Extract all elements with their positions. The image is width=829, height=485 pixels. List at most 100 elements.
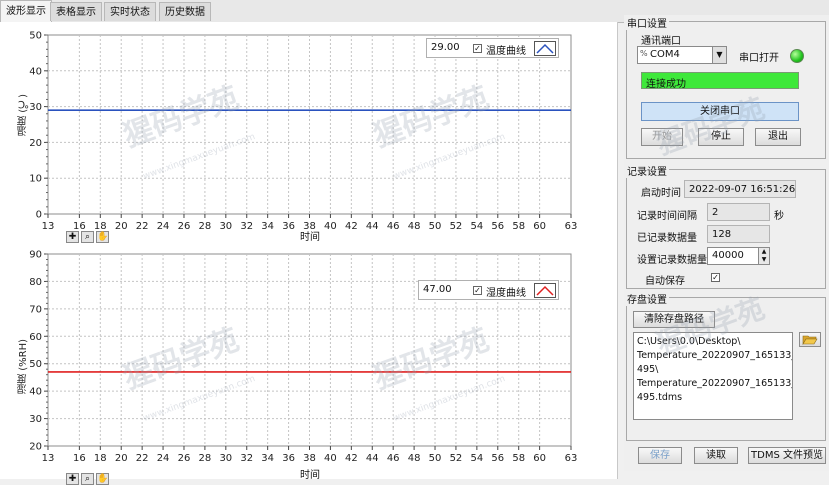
recorded-count-field: 128 (707, 225, 770, 243)
path-line: 495.tdms (637, 392, 683, 403)
record-settings-title: 记录设置 (625, 163, 669, 178)
temperature-x-tick-label: 46 (387, 221, 400, 232)
storage-settings-title: 存盘设置 (625, 291, 669, 306)
cursor-tool-icon[interactable]: ✚ (66, 231, 79, 243)
interval-field[interactable]: 2 (707, 203, 770, 221)
humidity-x-tick-label: 46 (387, 453, 400, 464)
autosave-label: 自动保存 (645, 276, 685, 287)
temperature-x-tick-label: 32 (240, 221, 253, 232)
autosave-checkbox[interactable]: ✓ (711, 273, 720, 282)
humidity-x-tick-label: 18 (94, 453, 107, 464)
humidity-x-tick-label: 20 (115, 453, 128, 464)
humidity-x-tick-label: 58 (512, 453, 525, 464)
interval-label: 记录时间间隔 (637, 211, 697, 222)
port-value: COM4 (650, 49, 680, 60)
humidity-y-tick-label: 80 (29, 277, 42, 288)
temperature-x-tick-label: 24 (157, 221, 170, 232)
humidity-legend-label: 湿度曲线 (486, 288, 526, 299)
temperature-x-tick-label: 58 (512, 221, 525, 232)
temperature-x-tick-label: 28 (199, 221, 212, 232)
humidity-x-tick-label: 42 (345, 453, 358, 464)
stepper-arrows-icon[interactable]: ▲ ▼ (758, 248, 769, 264)
temperature-legend-swatch (534, 41, 556, 56)
temperature-y-tick-label: 30 (29, 102, 42, 113)
humidity-y-tick-label: 50 (29, 359, 42, 370)
recorded-count-label: 已记录数据量 (637, 233, 697, 244)
humidity-x-tick-label: 16 (73, 453, 86, 464)
temperature-chart: 温度 (℃) 0 10 20 30 40 50 13 16 18 20 22 24 26 28 30 32 34… (0, 22, 617, 247)
humidity-x-tick-label: 60 (533, 453, 546, 464)
humidity-x-tick-label: 48 (408, 453, 421, 464)
humidity-y-tick-label: 30 (29, 414, 42, 425)
pan-hand-icon[interactable]: ✋ (96, 231, 109, 243)
set-count-stepper[interactable]: 40000 ▲ ▼ (707, 247, 770, 265)
temperature-x-tick-label: 22 (136, 221, 149, 232)
port-prefix: % (640, 49, 648, 58)
exit-button[interactable]: 退出 (755, 128, 801, 146)
zoom-tool-icon[interactable]: ⌕ (81, 231, 94, 243)
waveform-panel: 温度 (℃) 0 10 20 30 40 50 13 16 18 20 22 24 26 28 30 32 34… (0, 22, 618, 485)
humidity-x-tick-label: 52 (450, 453, 463, 464)
humidity-x-tick-label: 54 (470, 453, 483, 464)
humidity-legend: 47.00 ✓ 湿度曲线 (418, 280, 559, 300)
temperature-x-tick-label: 26 (178, 221, 191, 232)
start-time-field: 2022-09-07 16:51:26 (684, 180, 796, 198)
path-display[interactable]: C:\Users\0.0\Desktop\ Temperature_202209… (633, 332, 793, 420)
temperature-x-axis-label: 时间 (300, 232, 320, 243)
control-panel: 串口设置 通讯端口 % COM4 ▼ 串口打开 连接成功 关闭串口 开始 停止 … (624, 15, 829, 471)
temperature-x-tick-label: 42 (345, 221, 358, 232)
humidity-legend-checkbox[interactable]: ✓ (473, 286, 482, 295)
humidity-y-tick-label: 90 (29, 250, 42, 261)
chevron-down-icon[interactable]: ▼ (712, 47, 726, 63)
humidity-x-tick-label: 50 (429, 453, 442, 464)
clear-path-button[interactable]: 清除存盘路径 (633, 311, 715, 328)
humidity-x-tick-label: 44 (366, 453, 379, 464)
temperature-legend: 29.00 ✓ 温度曲线 (426, 38, 559, 58)
start-button[interactable]: 开始 (641, 128, 683, 146)
temperature-y-tick-label: 0 (36, 210, 42, 221)
zoom-tool-icon[interactable]: ⌕ (81, 473, 94, 485)
record-settings-group: 记录设置 启动时间 2022-09-07 16:51:26 记录时间间隔 2 秒… (625, 163, 826, 289)
stop-button[interactable]: 停止 (698, 128, 744, 146)
tab-history[interactable]: 历史数据 (159, 2, 211, 21)
humidity-graph-tools: ✚ ⌕ ✋ (66, 473, 109, 485)
temperature-legend-checkbox[interactable]: ✓ (473, 44, 482, 53)
humidity-x-tick-label: 13 (42, 453, 55, 464)
pan-hand-icon[interactable]: ✋ (96, 473, 109, 485)
temperature-x-tick-label: 48 (408, 221, 421, 232)
tab-waveform[interactable]: 波形显示 (0, 0, 52, 22)
tdms-preview-button[interactable]: TDMS 文件预览 (748, 447, 826, 464)
temperature-y-tick-label: 20 (29, 138, 42, 149)
humidity-y-tick-label: 40 (29, 387, 42, 398)
browse-folder-button[interactable] (799, 332, 821, 347)
humidity-x-tick-label: 22 (136, 453, 149, 464)
humidity-x-tick-label: 30 (219, 453, 232, 464)
tab-table[interactable]: 表格显示 (50, 2, 102, 21)
cursor-tool-icon[interactable]: ✚ (66, 473, 79, 485)
port-open-led (790, 49, 804, 63)
humidity-x-tick-label: 24 (157, 453, 170, 464)
storage-settings-group: 存盘设置 清除存盘路径 C:\Users\0.0\Desktop\ Temper… (625, 291, 826, 441)
humidity-x-tick-label: 32 (240, 453, 253, 464)
humidity-x-tick-label: 34 (261, 453, 274, 464)
interval-unit: 秒 (774, 211, 784, 222)
close-port-button[interactable]: 关闭串口 (641, 102, 799, 121)
start-time-label: 启动时间 (641, 188, 681, 199)
connection-status-text: 连接成功 (646, 79, 686, 90)
temperature-y-tick-label: 40 (29, 66, 42, 77)
save-button[interactable]: 保存 (638, 447, 682, 464)
port-select[interactable]: % COM4 ▼ (637, 46, 727, 64)
port-open-label: 串口打开 (739, 53, 779, 64)
temperature-x-tick-label: 54 (470, 221, 483, 232)
temperature-x-tick-label: 30 (219, 221, 232, 232)
temperature-y-tick-label: 10 (29, 174, 42, 185)
read-button[interactable]: 读取 (694, 447, 738, 464)
tab-realtime[interactable]: 实时状态 (104, 2, 156, 21)
humidity-x-tick-label: 38 (303, 453, 316, 464)
temperature-x-tick-label: 40 (324, 221, 337, 232)
humidity-x-tick-label: 26 (178, 453, 191, 464)
temperature-x-tick-label: 34 (261, 221, 274, 232)
humidity-legend-value: 47.00 (423, 284, 452, 295)
port-label: 通讯端口 (641, 36, 681, 47)
set-count-value: 40000 (712, 250, 744, 261)
